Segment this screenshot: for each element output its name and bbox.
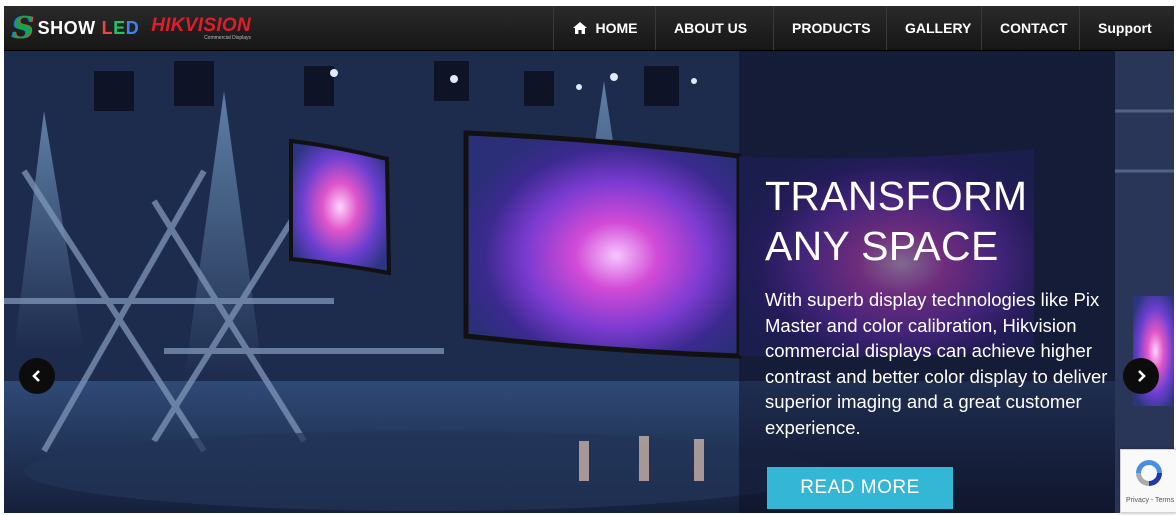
nav-item-label: ABOUT US (674, 20, 748, 36)
nav-item-home[interactable]: HOME (553, 6, 655, 50)
recaptcha-links[interactable]: Privacy - Terms (1126, 497, 1174, 504)
nav-item-label: HOME (595, 20, 638, 36)
next-slide-peek (1115, 51, 1174, 513)
recaptcha-badge[interactable]: Privacy - Terms (1120, 449, 1176, 513)
hikvision-logo: HIKVISION Commercial Displays (151, 14, 252, 41)
hero-text-overlay (739, 51, 1115, 513)
hikvision-wordmark: HIKVISION (151, 14, 252, 36)
hero-description: With superb display technologies like Pi… (765, 289, 1108, 438)
slider-next-button[interactable] (1123, 358, 1159, 394)
nav-item-products[interactable]: PRODUCTS (773, 6, 886, 50)
home-icon (572, 22, 587, 34)
logo-led-text: LED (101, 17, 140, 38)
nav-item-gallery[interactable]: GALLERY (886, 6, 981, 50)
logo-show-text: SHOW (37, 17, 96, 38)
hikvision-subtitle: Commercial Displays (204, 34, 252, 41)
slider-prev-button[interactable] (19, 358, 55, 394)
hero-title-line-1: TRANSFORM (765, 173, 1028, 219)
hero-title-line-2: ANY SPACE (765, 223, 999, 269)
brand-logo[interactable]: S SHOW LED HIKVISION Commercial Displays (12, 10, 252, 46)
nav-item-support[interactable]: Support (1079, 6, 1174, 50)
hero-title: TRANSFORM ANY SPACE (765, 171, 1105, 271)
chevron-left-icon (32, 370, 40, 382)
next-slide-image (1115, 51, 1174, 513)
nav-item-label: GALLERY (905, 20, 972, 36)
nav-item-label: CONTACT (1000, 20, 1068, 36)
nav-item-about-us[interactable]: ABOUT US (655, 6, 773, 50)
nav-item-label: Support (1098, 20, 1152, 36)
page-frame: S SHOW LED HIKVISION Commercial Displays… (4, 6, 1174, 513)
top-navbar: S SHOW LED HIKVISION Commercial Displays… (4, 6, 1174, 51)
logo-mark: S (12, 10, 34, 46)
recaptcha-icon (1136, 460, 1162, 486)
main-menu: HOME ABOUT US PRODUCTS GALLERY CONTACT S… (553, 6, 1174, 50)
nav-item-contact[interactable]: CONTACT (981, 6, 1079, 50)
nav-item-label: PRODUCTS (792, 20, 871, 36)
read-more-button[interactable]: READ MORE (767, 467, 953, 509)
hero-slider: TRANSFORM ANY SPACE With superb display … (4, 51, 1174, 513)
chevron-right-icon (1138, 370, 1146, 382)
